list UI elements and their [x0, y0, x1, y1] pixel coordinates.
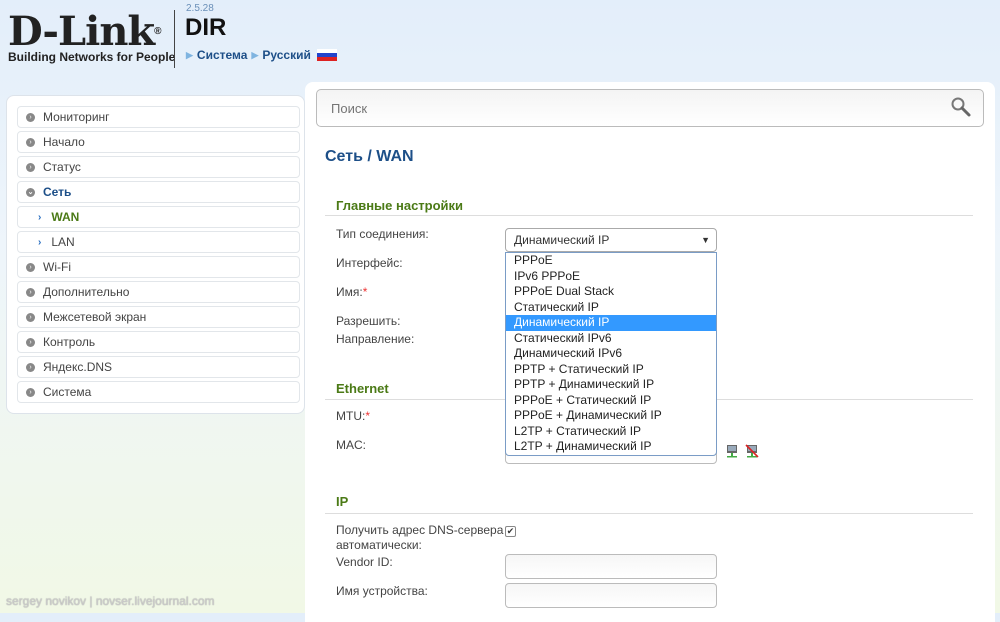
firmware-version: 2.5.28: [186, 3, 214, 14]
sidebar-item-advanced[interactable]: › Дополнительно: [17, 281, 300, 303]
chevron-right-icon: ›: [26, 362, 35, 372]
sidebar-item-control[interactable]: › Контроль: [17, 331, 300, 353]
chevron-right-icon: ›: [26, 112, 35, 122]
dns-auto-label-line1: Получить адрес DNS-сервера: [336, 523, 504, 537]
sidebar-item-start[interactable]: › Начало: [17, 131, 300, 153]
chevron-right-icon: ›: [26, 337, 35, 347]
connection-type-option[interactable]: L2TP + Статический IP: [506, 424, 716, 440]
dlink-logo: D-Link®: [8, 8, 162, 55]
chevron-right-icon: ›: [38, 211, 42, 223]
chevron-right-icon: ›: [26, 387, 35, 397]
connection-type-option[interactable]: PPTP + Статический IP: [506, 362, 716, 378]
sidebar-item-yandex-dns[interactable]: › Яндекс.DNS: [17, 356, 300, 378]
sidebar-item-monitoring[interactable]: › Мониторинг: [17, 106, 300, 128]
mac-label: MAC:: [336, 438, 366, 452]
search-input[interactable]: [316, 89, 984, 127]
section-heading-main: Главные настройки: [336, 198, 464, 213]
connection-type-option[interactable]: PPPoE Dual Stack: [506, 284, 716, 300]
sidebar-item-label: Начало: [43, 135, 85, 149]
section-heading-ip: IP: [336, 494, 349, 509]
required-mark: *: [365, 409, 370, 423]
device-model: DIR: [185, 14, 227, 41]
divider: [325, 215, 973, 216]
chevron-right-icon: ›: [26, 137, 35, 147]
page-title: Сеть / WAN: [325, 148, 414, 165]
dropdown-arrow-icon: ▼: [701, 235, 710, 245]
chevron-down-icon: ⌄: [26, 187, 35, 197]
sidebar-item-label: LAN: [51, 235, 75, 249]
connection-type-option[interactable]: IPv6 PPPoE: [506, 269, 716, 285]
connection-type-option[interactable]: Динамический IPv6: [506, 346, 716, 362]
russian-flag-icon: [316, 49, 337, 61]
sidebar-item-label: Мониторинг: [43, 110, 110, 124]
system-link[interactable]: Система: [197, 48, 248, 62]
language-link[interactable]: Русский: [262, 48, 311, 62]
reset-mac-icon[interactable]: [745, 444, 759, 458]
sidebar-item-system[interactable]: › Система: [17, 381, 300, 403]
direction-label: Направление:: [336, 332, 415, 346]
sidebar-item-wan[interactable]: › WAN: [17, 206, 300, 228]
connection-type-option[interactable]: Статический IP: [506, 300, 716, 316]
sidebar-item-network[interactable]: ⌄ Сеть: [17, 181, 300, 203]
connection-type-option[interactable]: PPPoE: [506, 253, 716, 269]
connection-type-option[interactable]: Статический IPv6: [506, 331, 716, 347]
connection-type-value: Динамический IP: [514, 233, 610, 247]
vendor-id-input[interactable]: [505, 554, 717, 579]
sidebar-item-firewall[interactable]: › Межсетевой экран: [17, 306, 300, 328]
vendor-id-label: Vendor ID:: [336, 555, 393, 569]
search-icon[interactable]: [950, 96, 972, 118]
conn-type-label: Тип соединения:: [336, 227, 429, 241]
divider: [325, 513, 973, 514]
connection-type-option[interactable]: L2TP + Динамический IP: [506, 439, 716, 455]
sidebar-item-label: Контроль: [43, 335, 96, 349]
clone-mac-icon[interactable]: [725, 444, 739, 458]
sidebar-item-label: Сеть: [43, 185, 72, 199]
dns-auto-checkbox[interactable]: ✔: [505, 526, 516, 537]
interface-label: Интерфейс:: [336, 256, 403, 270]
watermark: sergey novikov | novser.livejournal.com: [6, 594, 215, 608]
sidebar-item-status[interactable]: › Статус: [17, 156, 300, 178]
connection-type-option[interactable]: PPPoE + Статический IP: [506, 393, 716, 409]
section-heading-ethernet: Ethernet: [336, 381, 389, 396]
name-label-text: Имя:: [336, 285, 363, 299]
chevron-right-icon: ›: [26, 262, 35, 272]
sidebar-item-wifi[interactable]: › Wi-Fi: [17, 256, 300, 278]
sidebar-item-label: Дополнительно: [43, 285, 130, 299]
sidebar-item-label: Яндекс.DNS: [43, 360, 113, 374]
mtu-label-text: MTU:: [336, 409, 366, 423]
dns-auto-label-line2: автоматически:: [336, 538, 422, 552]
sidebar-item-label: Wi-Fi: [43, 260, 71, 274]
chevron-right-icon: ›: [26, 287, 35, 297]
chevron-right-icon: ›: [38, 236, 42, 248]
logo-tagline: Building Networks for People: [8, 50, 176, 64]
mtu-label: MTU:*: [336, 409, 370, 423]
device-name-label: Имя устройства:: [336, 584, 428, 598]
name-label: Имя:*: [336, 285, 367, 299]
sidebar-item-label: WAN: [51, 210, 80, 224]
connection-type-option[interactable]: PPTP + Динамический IP: [506, 377, 716, 393]
connection-type-option[interactable]: PPPoE + Динамический IP: [506, 408, 716, 424]
chevron-right-icon: ›: [26, 162, 35, 172]
sidebar-item-lan[interactable]: › LAN: [17, 231, 300, 253]
connection-type-options: PPPoE IPv6 PPPoE PPPoE Dual Stack Статическ…: [505, 252, 717, 456]
sidebar-item-label: Система: [43, 385, 92, 399]
connection-type-option[interactable]: Динамический IP: [506, 315, 716, 331]
triangle-icon: ▶: [186, 49, 193, 60]
sidebar-menu: › Мониторинг › Начало › Статус ⌄ Сеть › WAN ›…: [6, 95, 305, 414]
sidebar-item-label: Межсетевой экран: [43, 310, 147, 324]
required-mark: *: [362, 285, 368, 299]
allow-label: Разрешить:: [336, 314, 401, 328]
connection-type-select[interactable]: Динамический IP ▼: [505, 228, 717, 252]
header-links: ▶ Система ▶ Русский: [186, 48, 337, 62]
chevron-right-icon: ›: [26, 312, 35, 322]
triangle-icon: ▶: [251, 49, 259, 60]
device-name-input[interactable]: [505, 583, 717, 608]
header-divider: [174, 10, 175, 68]
sidebar-item-label: Статус: [43, 160, 81, 174]
